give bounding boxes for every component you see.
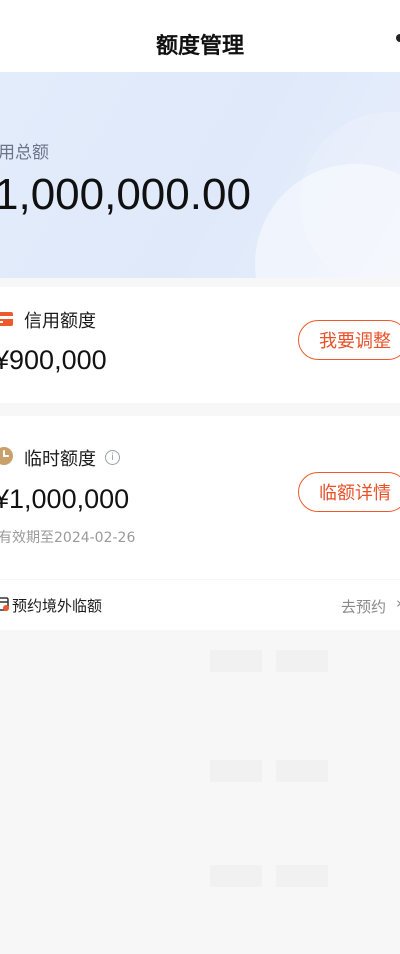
clock-icon bbox=[0, 447, 13, 465]
temporary-limit-validity: 有效期至2024-02-26 bbox=[0, 530, 136, 546]
banner-decoration bbox=[255, 164, 400, 278]
more-icon[interactable] bbox=[396, 34, 400, 42]
card-icon bbox=[0, 312, 13, 326]
background-pattern bbox=[0, 630, 400, 954]
temporary-limit-card: 临时额度 i ¥1,000,000 有效期至2024-02-26 临额详情 bbox=[0, 416, 400, 579]
nav-bar: 额度管理 bbox=[0, 0, 400, 72]
overseas-reservation-label: 预约境外临额 bbox=[12, 597, 103, 615]
total-credit-label: 用总额 bbox=[0, 143, 49, 163]
adjust-limit-button[interactable]: 我要调整 bbox=[298, 320, 400, 360]
temporary-limit-details-button[interactable]: 临额详情 bbox=[298, 472, 400, 512]
credit-limit-card: 信用额度 ¥900,000 我要调整 bbox=[0, 287, 400, 403]
total-credit-amount: 1,000,000.00 bbox=[0, 170, 251, 219]
chevron-right-icon: › bbox=[396, 594, 400, 612]
info-icon[interactable]: i bbox=[105, 450, 120, 465]
credit-limit-amount: ¥900,000 bbox=[0, 345, 107, 375]
credit-limit-title: 信用额度 bbox=[24, 311, 96, 332]
temporary-limit-amount: ¥1,000,000 bbox=[0, 484, 130, 514]
calendar-icon bbox=[0, 597, 9, 611]
page-title: 额度管理 bbox=[155, 34, 244, 59]
overseas-reservation-row[interactable]: 预约境外临额 去预约 › bbox=[0, 580, 400, 630]
total-credit-banner: 用总额 1,000,000.00 bbox=[0, 72, 400, 278]
temporary-limit-title: 临时额度 bbox=[24, 449, 96, 470]
reserve-link[interactable]: 去预约 bbox=[341, 596, 386, 617]
